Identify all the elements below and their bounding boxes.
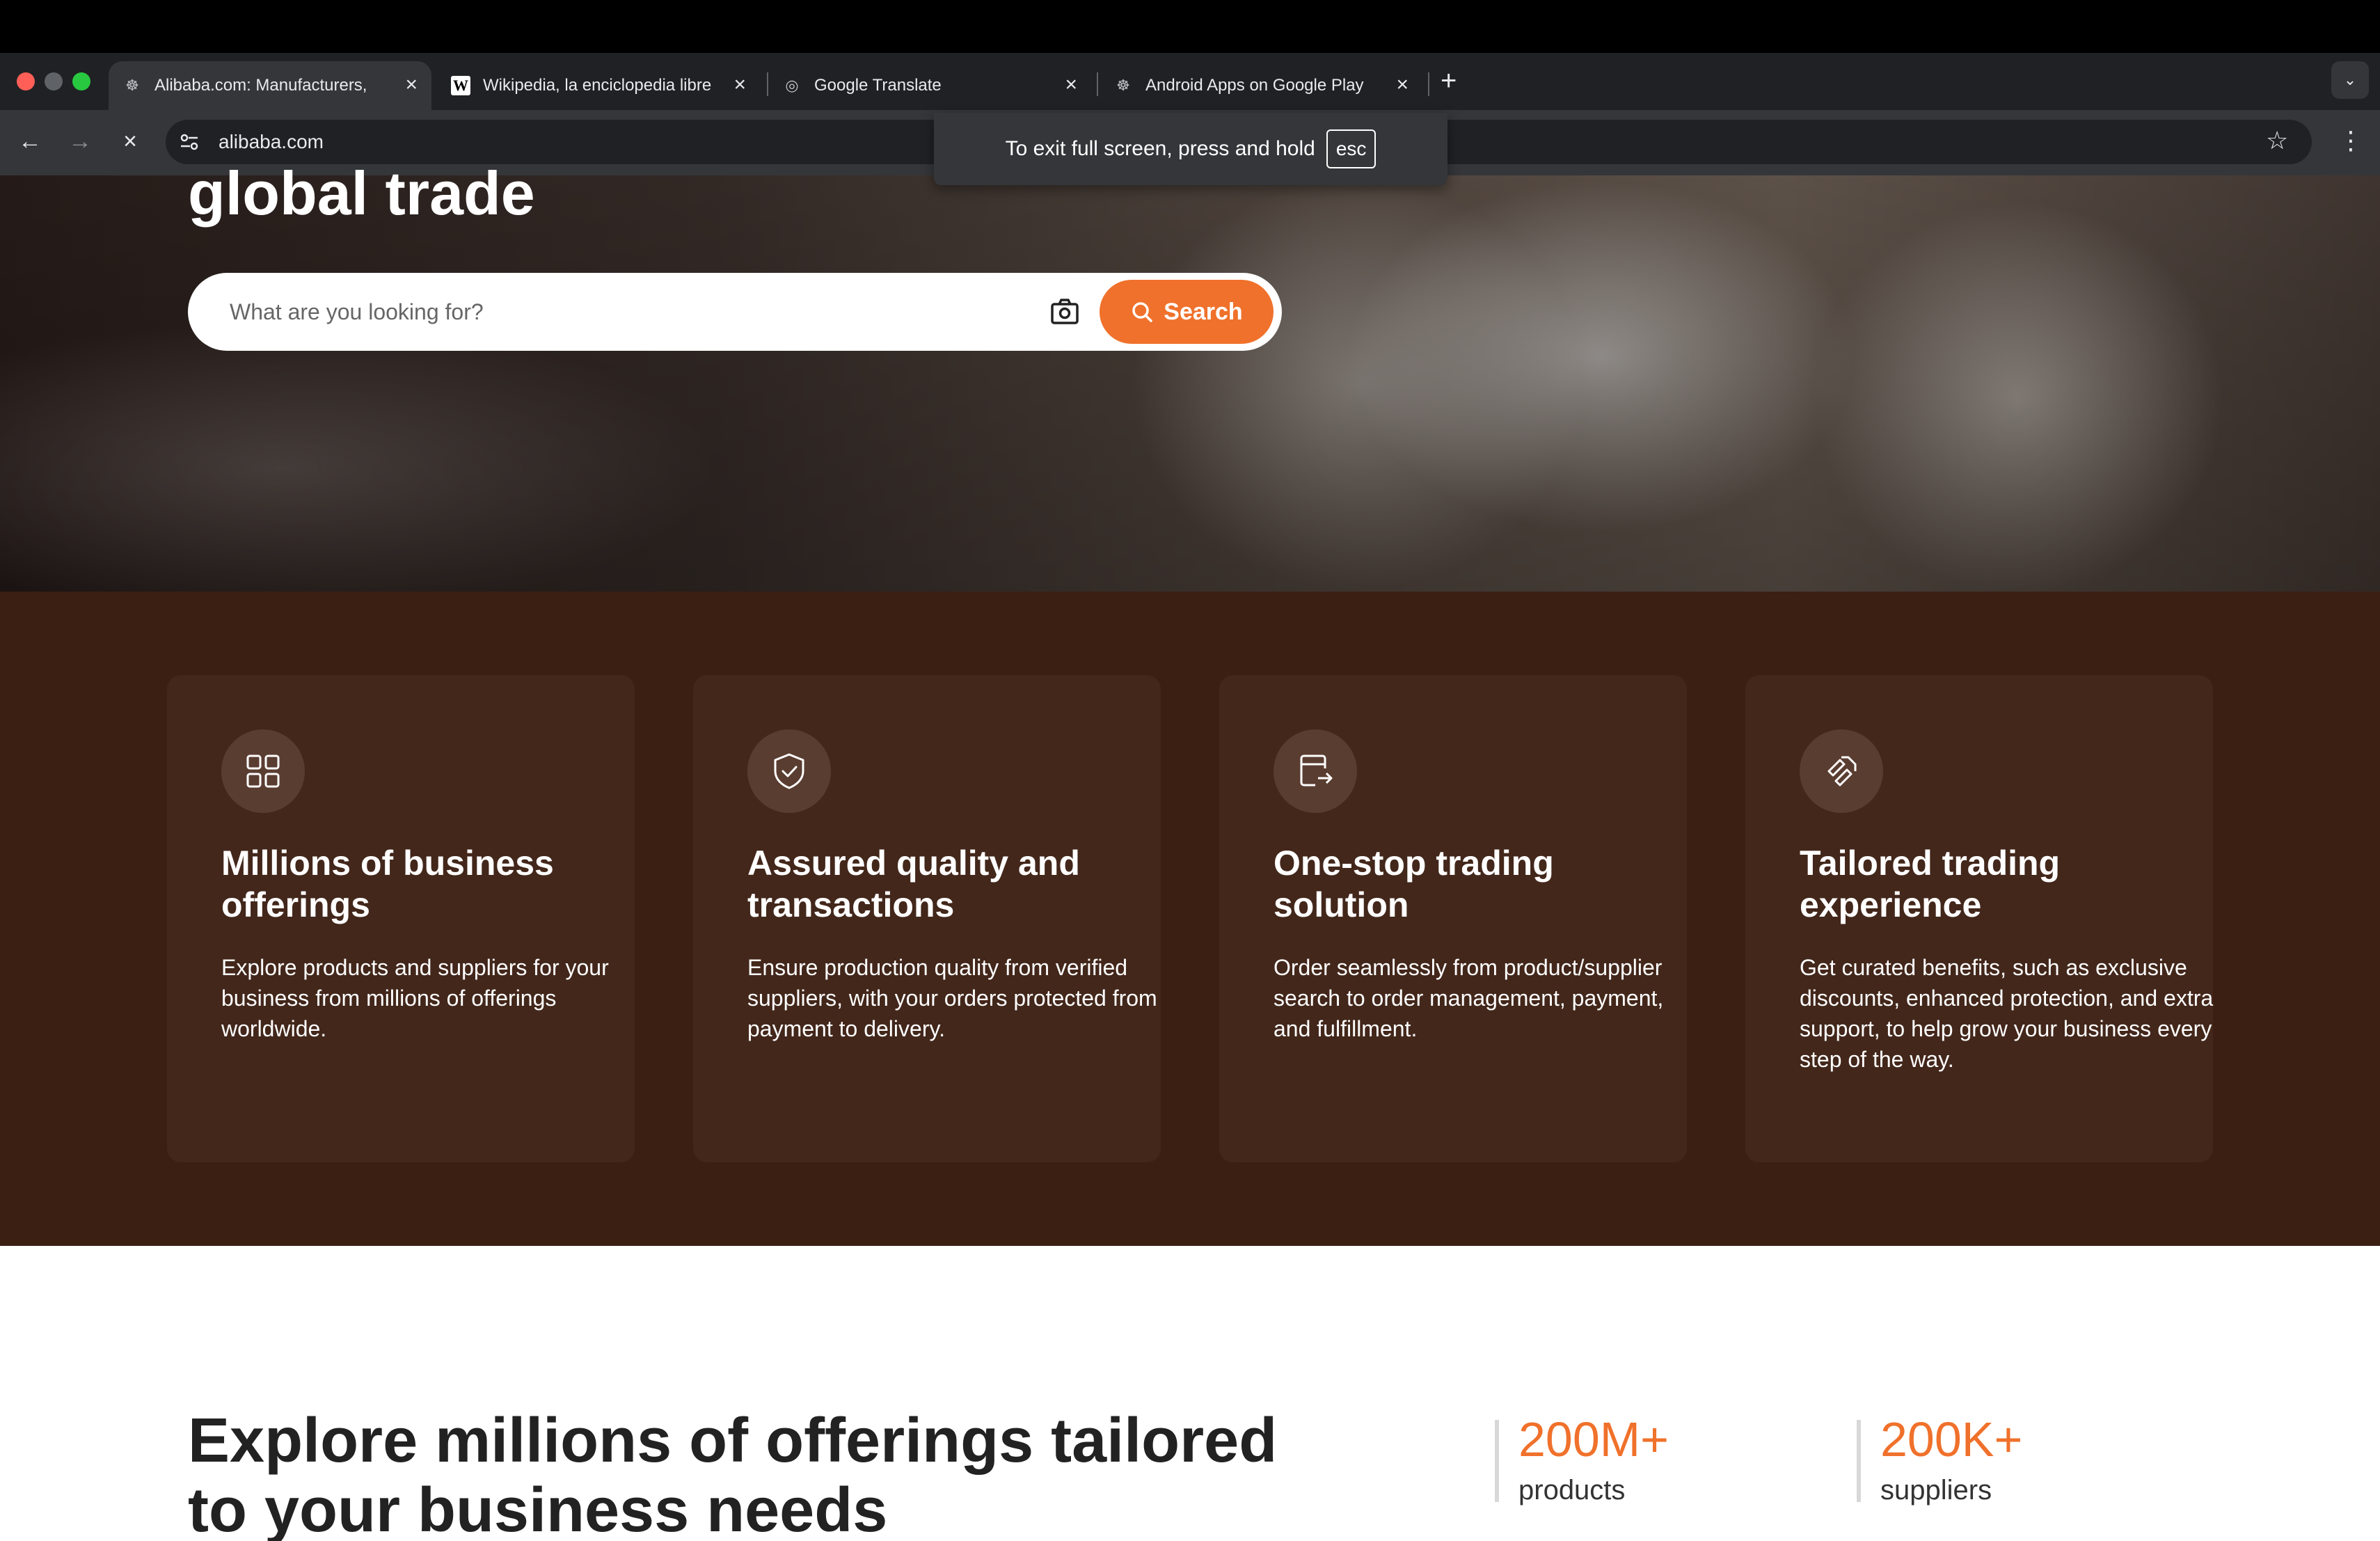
tab-search-button[interactable]: ⌄ bbox=[2331, 61, 2369, 99]
feature-title: Millions of business offerings bbox=[221, 844, 554, 924]
feature-description: Ensure production quality from verified … bbox=[747, 955, 1157, 1041]
stat-divider bbox=[1495, 1420, 1499, 1502]
close-icon[interactable]: × bbox=[733, 74, 746, 96]
screen-top-bar bbox=[0, 0, 2380, 53]
window-minimize-button[interactable] bbox=[45, 72, 63, 90]
explore-heading: Explore millions of offerings tailored t… bbox=[188, 1406, 1278, 1541]
search-icon bbox=[1132, 302, 1153, 322]
stat-label: suppliers bbox=[1880, 1475, 1992, 1506]
tab-wikipedia[interactable]: W Wikipedia, la enciclopedia libre × bbox=[437, 61, 760, 110]
window-fullscreen-button[interactable] bbox=[72, 72, 90, 90]
tab-alibaba[interactable]: ☸ Alibaba.com: Manufacturers, × bbox=[109, 61, 431, 110]
close-icon[interactable]: × bbox=[405, 74, 418, 96]
tab-title: Alibaba.com: Manufacturers, bbox=[154, 76, 367, 95]
tab-separator bbox=[1428, 72, 1429, 96]
tailored-icon bbox=[1800, 729, 1883, 813]
tab-google-play[interactable]: ☸ Android Apps on Google Play × bbox=[1100, 61, 1422, 110]
feature-description: Get curated benefits, such as exclusive … bbox=[1800, 955, 2214, 1072]
globe-icon: ◎ bbox=[785, 77, 799, 94]
feature-title: Tailored trading experience bbox=[1800, 844, 2061, 924]
alibaba-icon: ☸ bbox=[125, 77, 139, 94]
search-button-label: Search bbox=[1164, 298, 1243, 325]
tab-title: Google Translate bbox=[814, 76, 942, 95]
stat-label: products bbox=[1518, 1475, 1626, 1506]
forward-button[interactable]: → bbox=[63, 124, 97, 159]
stat-value: 200M+ bbox=[1518, 1412, 1669, 1467]
window-close-button[interactable] bbox=[17, 72, 35, 90]
bookmark-star-icon[interactable]: ☆ bbox=[2266, 125, 2288, 156]
site-settings-icon[interactable] bbox=[177, 129, 202, 155]
stop-loading-button[interactable]: × bbox=[113, 124, 148, 159]
stat-value: 200K+ bbox=[1880, 1412, 2023, 1467]
fullscreen-exit-notice: To exit full screen, press and hold esc bbox=[934, 113, 1447, 185]
tab-title: Android Apps on Google Play bbox=[1145, 76, 1364, 95]
hero-banner bbox=[0, 175, 2380, 592]
tab-separator bbox=[1097, 72, 1098, 96]
hero-title: global trade bbox=[188, 159, 535, 228]
hero-image-overlay bbox=[0, 175, 2380, 592]
url-text[interactable]: alibaba.com bbox=[219, 128, 324, 156]
stat-divider bbox=[1857, 1420, 1861, 1502]
feature-title: One-stop trading solution bbox=[1274, 844, 1554, 924]
fullscreen-notice-text: To exit full screen, press and hold bbox=[1005, 137, 1315, 160]
feature-description: Order seamlessly from product/supplier s… bbox=[1274, 955, 1664, 1041]
esc-key-badge: esc bbox=[1326, 129, 1377, 168]
camera-icon[interactable] bbox=[1048, 295, 1081, 329]
new-tab-button[interactable]: + bbox=[1441, 67, 1457, 95]
feature-title: Assured quality and transactions bbox=[747, 844, 1080, 924]
browser-menu-icon[interactable]: ⋮ bbox=[2338, 125, 2363, 156]
tab-google-translate[interactable]: ◎ Google Translate × bbox=[768, 61, 1091, 110]
wikipedia-icon: W bbox=[451, 76, 470, 95]
shield-check-icon bbox=[747, 729, 831, 813]
feature-description: Explore products and suppliers for your … bbox=[221, 955, 609, 1041]
back-button[interactable]: ← bbox=[13, 124, 47, 159]
alibaba-icon: ☸ bbox=[1116, 77, 1130, 94]
tab-title: Wikipedia, la enciclopedia libre bbox=[483, 76, 712, 95]
close-icon[interactable]: × bbox=[1065, 74, 1077, 96]
grid-icon bbox=[221, 729, 305, 813]
search-input[interactable] bbox=[230, 291, 1009, 333]
order-transfer-icon bbox=[1274, 729, 1357, 813]
close-icon[interactable]: × bbox=[1396, 74, 1409, 96]
search-button[interactable]: Search bbox=[1100, 280, 1274, 344]
